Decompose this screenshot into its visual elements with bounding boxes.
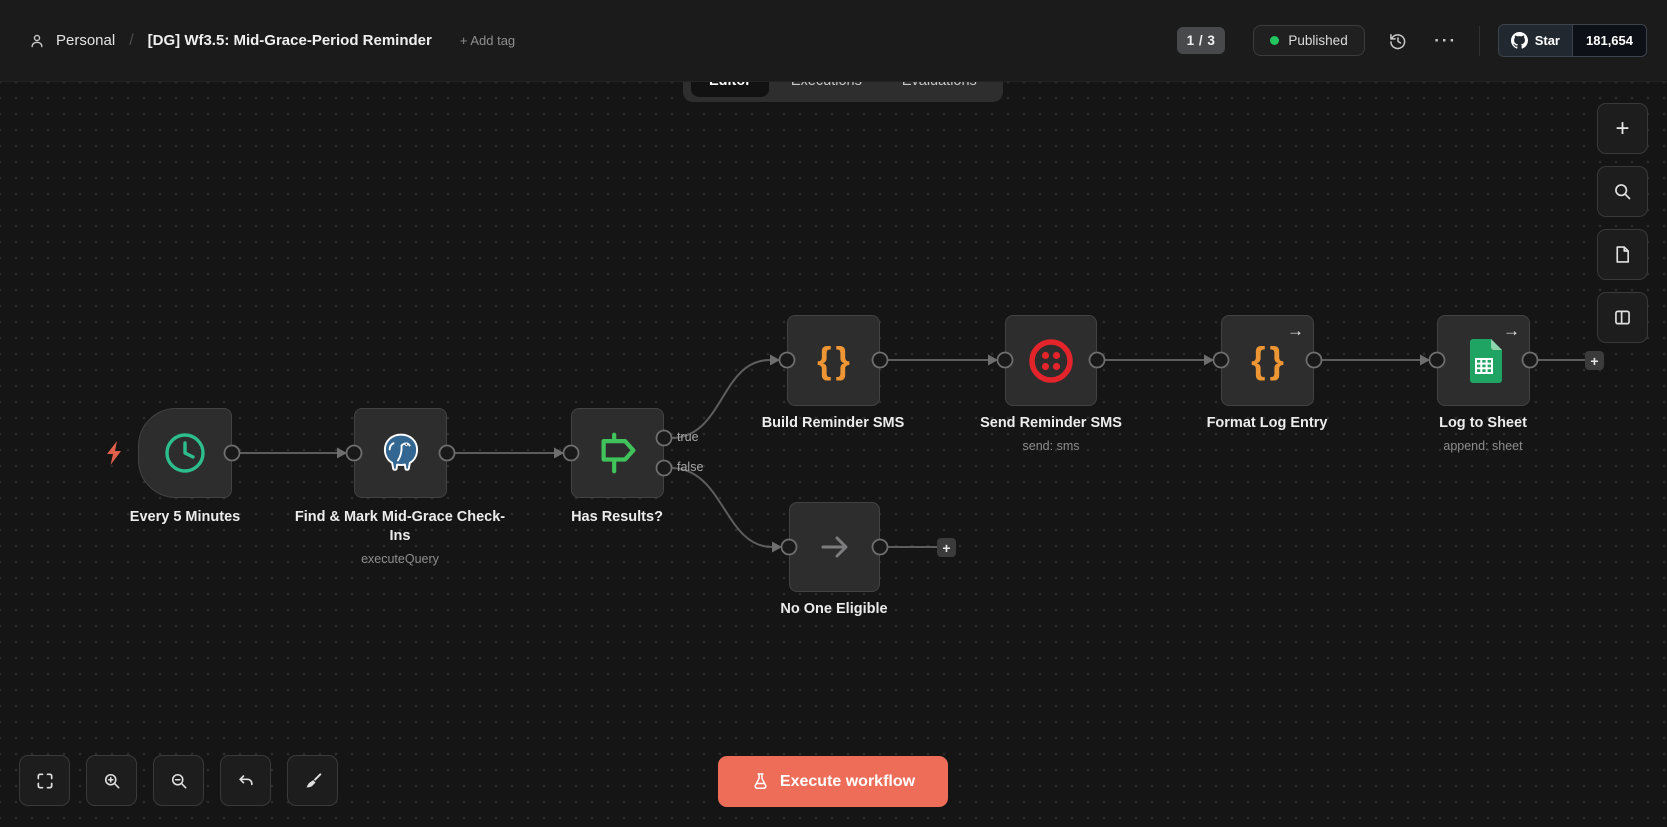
node-subtitle: append: sheet	[1443, 439, 1523, 454]
clock-icon	[165, 433, 205, 473]
workflow-title[interactable]: [DG] Wf3.5: Mid-Grace-Period Reminder	[148, 32, 432, 49]
code-braces-icon: {}	[817, 339, 854, 381]
execute-workflow-label: Execute workflow	[779, 772, 916, 790]
fit-view-icon	[37, 773, 53, 788]
node-label: Format Log Entry	[1206, 415, 1328, 431]
history-icon	[1389, 33, 1406, 49]
forward-arrow-icon: →	[1503, 321, 1520, 340]
header-divider	[1478, 25, 1480, 56]
node-format-log-entry[interactable]: → {}	[1221, 315, 1314, 406]
broom-icon	[306, 772, 321, 787]
version-badge: 1 / 3	[1176, 27, 1226, 54]
node-send-reminder-sms[interactable]	[1005, 315, 1097, 406]
person-icon	[28, 32, 46, 50]
node-every-5-minutes[interactable]	[138, 408, 232, 498]
undo-button[interactable]	[220, 755, 271, 806]
forward-arrow-icon: →	[1287, 321, 1304, 340]
sticky-note-button[interactable]	[1597, 229, 1648, 280]
node-label: Has Results?	[571, 509, 663, 525]
node-label: Find & Mark Mid-Grace Check-Ins executeQ…	[291, 508, 509, 568]
top-bar: Personal / [DG] Wf3.5: Mid-Grace-Period …	[0, 0, 1667, 82]
breadcrumb-separator: /	[129, 31, 134, 49]
flask-icon	[754, 773, 767, 789]
canvas-zoom-controls	[19, 755, 338, 806]
postgres-icon	[383, 433, 418, 471]
zoom-in-icon	[104, 773, 119, 788]
output-label-true: true	[677, 430, 699, 444]
published-status[interactable]: Published	[1253, 25, 1365, 56]
add-node-button[interactable]: +	[1597, 103, 1648, 154]
node-no-one-eligible[interactable]	[789, 502, 880, 592]
status-dot	[1270, 36, 1280, 45]
output-label-false: false	[677, 460, 704, 474]
plus-icon: +	[1615, 114, 1630, 142]
add-node-after-sheet-button[interactable]: +	[1585, 351, 1604, 370]
github-star-label: Star	[1534, 33, 1560, 48]
github-star-count: 181,654	[1572, 25, 1646, 56]
github-star-widget[interactable]: Star 181,654	[1497, 24, 1647, 57]
zoom-out-icon	[171, 773, 186, 788]
node-label: Log to Sheet append: sheet	[1439, 415, 1527, 454]
node-label: Every 5 Minutes	[129, 509, 241, 525]
canvas-side-rail: +	[1597, 103, 1648, 343]
more-options-button[interactable]: ···	[1431, 26, 1461, 56]
code-braces-icon: {}	[1251, 339, 1288, 381]
node-label: Build Reminder SMS	[761, 415, 905, 431]
trigger-bolt-icon	[107, 441, 121, 465]
zoom-out-button[interactable]	[153, 755, 204, 806]
breadcrumb-project[interactable]: Personal	[56, 32, 115, 49]
fit-view-button[interactable]	[19, 755, 70, 806]
search-icon	[1615, 184, 1631, 200]
add-tag-button[interactable]: + Add tag	[460, 33, 515, 48]
search-button[interactable]	[1597, 166, 1648, 217]
google-sheets-icon	[1469, 338, 1502, 383]
document-icon	[1616, 246, 1630, 263]
node-label: Send Reminder SMS send: sms	[980, 415, 1122, 454]
signpost-icon	[601, 432, 635, 474]
twilio-icon	[1029, 338, 1073, 383]
execute-workflow-button[interactable]: Execute workflow	[718, 756, 948, 807]
node-has-results[interactable]	[571, 408, 664, 498]
tidy-up-button[interactable]	[287, 755, 338, 806]
node-log-to-sheet[interactable]: →	[1437, 315, 1530, 406]
zoom-in-button[interactable]	[86, 755, 137, 806]
workflow-canvas[interactable]	[0, 82, 1667, 827]
node-subtitle: send: sms	[1022, 439, 1080, 454]
toggle-panel-button[interactable]	[1597, 292, 1648, 343]
ellipsis-icon: ···	[1434, 30, 1458, 50]
node-find-mark-mid-grace[interactable]	[354, 408, 447, 498]
add-node-after-noop-button[interactable]: +	[937, 538, 956, 557]
node-subtitle: executeQuery	[361, 552, 439, 567]
arrow-right-icon	[821, 536, 847, 558]
n8n-workflow-editor: Every 5 Minutes Find & Mark Mid-Grace Ch…	[0, 0, 1667, 827]
panel-icon	[1615, 310, 1630, 325]
undo-icon	[238, 774, 253, 785]
node-build-reminder-sms[interactable]: {}	[787, 315, 880, 406]
history-button[interactable]	[1383, 26, 1413, 56]
github-icon	[1510, 32, 1528, 49]
node-label: No One Eligible	[780, 601, 888, 617]
